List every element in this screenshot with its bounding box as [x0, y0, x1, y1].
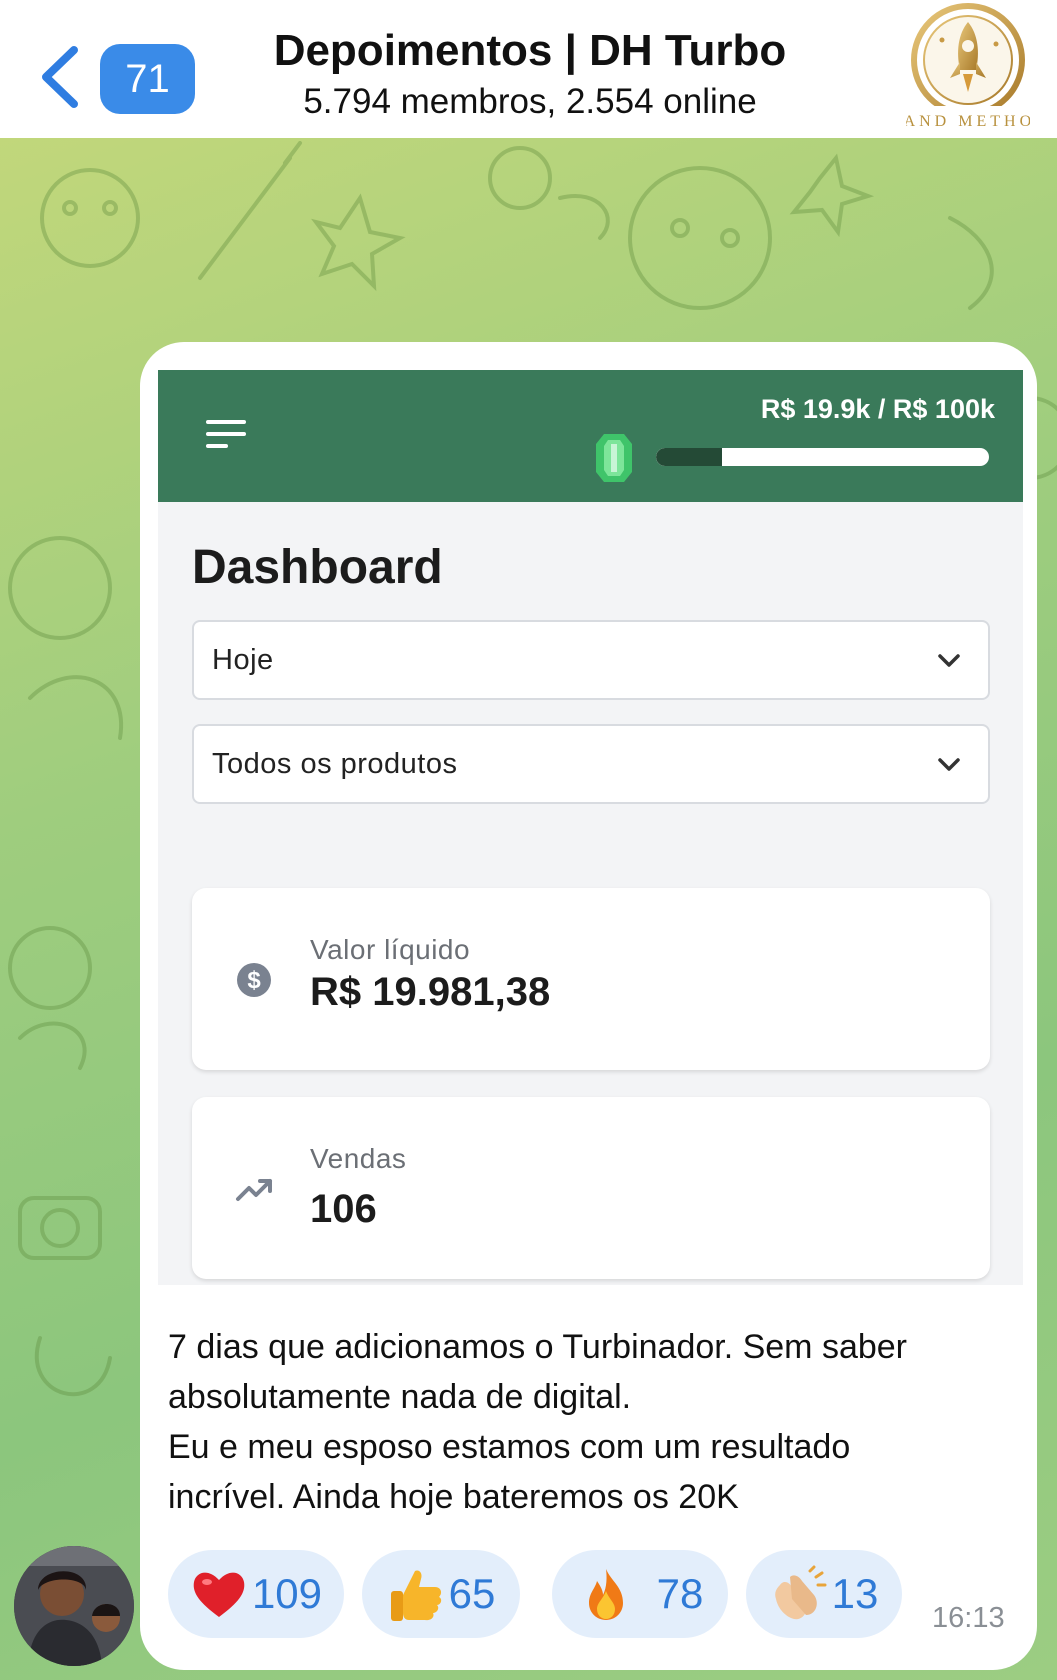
product-select-value: Todos os produtos [212, 748, 458, 780]
unread-count-badge[interactable]: 71 [100, 44, 195, 114]
reaction-clapping-hands[interactable]: 13 [746, 1550, 902, 1638]
sales-label: Vendas [310, 1143, 407, 1174]
channel-logo-avatar[interactable]: MAND METHOD [906, 0, 1030, 134]
sender-avatar[interactable] [14, 1546, 134, 1666]
goal-progress-fill [656, 448, 723, 466]
reaction-thumbs-up[interactable]: 65 [362, 1550, 520, 1638]
message-timestamp: 16:13 [932, 1602, 1005, 1634]
dollar-coin-icon: $ [237, 963, 271, 997]
logo-wordmark: MAND METHOD [906, 113, 1030, 130]
chat-title[interactable]: Depoimentos | DH Turbo [230, 26, 830, 76]
chevron-down-icon [938, 758, 960, 771]
period-select-value: Hoje [212, 644, 274, 676]
message-line: incrível. Ainda hoje bateremos os 20K [168, 1478, 739, 1516]
svg-text:$: $ [247, 967, 261, 994]
sales-card: Vendas 106 [192, 1097, 990, 1279]
net-value-label: Valor líquido [310, 934, 471, 965]
message-line: Eu e meu esposo estamos com um resultado [168, 1428, 851, 1466]
message-text: 7 dias que adicionamos o Turbinador. Sem… [168, 1322, 1008, 1522]
chevron-down-icon [938, 654, 960, 667]
sales-count: 106 [310, 1187, 377, 1231]
chat-header: 71 Depoimentos | DH Turbo 5.794 membros,… [0, 0, 1057, 138]
message-line: 7 dias que adicionamos o Turbinador. Sem… [168, 1328, 908, 1366]
reaction-heart[interactable]: 109 [168, 1550, 344, 1638]
reaction-count: 65 [448, 1570, 496, 1617]
dashboard-title: Dashboard [192, 541, 443, 594]
thumbs-up-icon [390, 1570, 441, 1621]
reaction-count: 78 [656, 1570, 704, 1617]
attached-dashboard-screenshot[interactable]: R$ 19.9k / R$ 100k Dashboard Hoje Todos … [158, 370, 1023, 1285]
revenue-goal-text: R$ 19.9k / R$ 100k [760, 394, 995, 424]
fire-icon [588, 1569, 623, 1620]
hamburger-menu-icon[interactable] [206, 418, 246, 452]
net-value-card: $ Valor líquido R$ 19.981,38 [192, 888, 990, 1070]
net-value-amount: R$ 19.981,38 [310, 970, 551, 1014]
message-line: absolutamente nada de digital. [168, 1378, 632, 1416]
reaction-count: 109 [251, 1570, 323, 1617]
trending-up-icon [236, 1179, 272, 1201]
emerald-gem-icon [596, 434, 632, 482]
heart-icon [193, 1572, 245, 1617]
reaction-fire[interactable]: 78 [552, 1550, 728, 1638]
back-arrow-icon[interactable] [36, 42, 84, 112]
product-select[interactable]: Todos os produtos [192, 724, 990, 804]
clapping-hands-icon [774, 1565, 827, 1620]
goal-progress-bar [656, 448, 989, 466]
reaction-count: 13 [831, 1570, 879, 1617]
period-select[interactable]: Hoje [192, 620, 990, 700]
chat-subtitle: 5.794 membros, 2.554 online [303, 82, 757, 121]
app-header: R$ 19.9k / R$ 100k [158, 370, 1023, 502]
